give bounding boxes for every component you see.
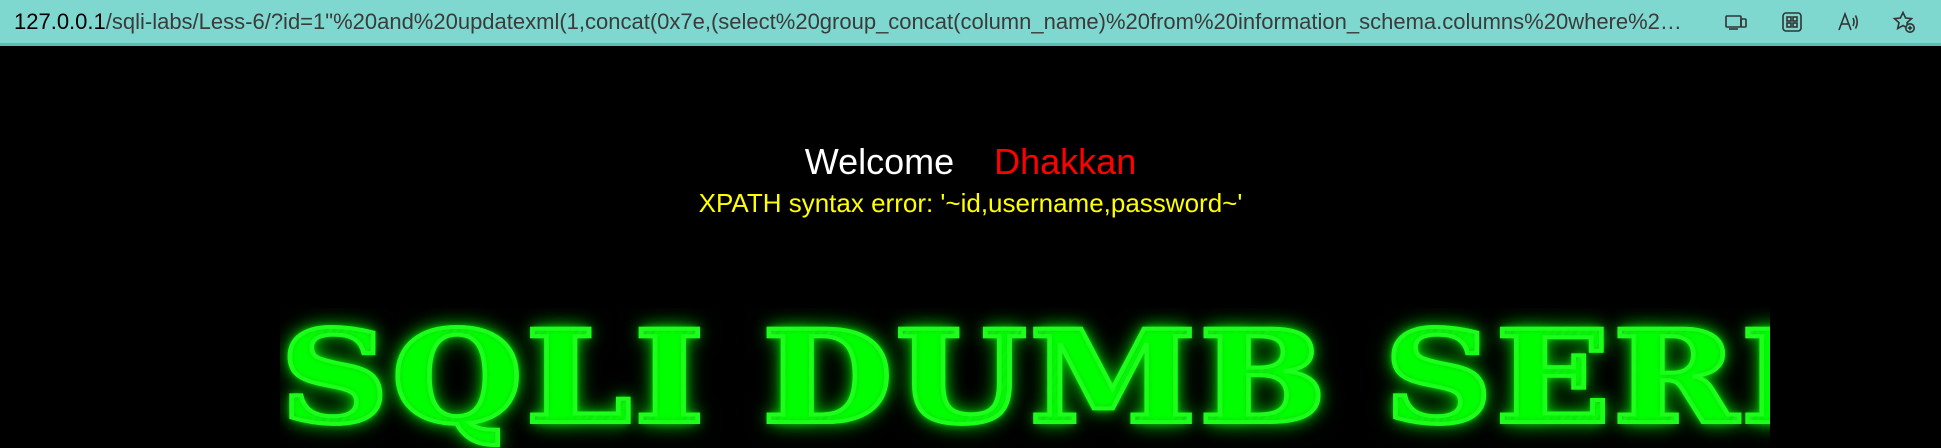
banner-title: SQLI DUMB SERIES-6 [280, 308, 1770, 448]
browser-toolbar: 127.0.0.1/sqli-labs/Less-6/?id=1"%20and%… [0, 0, 1941, 46]
toolbar-icons [1719, 0, 1921, 43]
error-message: XPATH syntax error: '~id,username,passwo… [698, 188, 1243, 218]
url-host: 127.0.0.1 [14, 9, 106, 34]
welcome-text: Welcome [804, 141, 955, 182]
page-content: Welcome Dhakkan XPATH syntax error: '~id,… [0, 46, 1941, 448]
user-name: Dhakkan [994, 141, 1137, 182]
welcome-line: Welcome Dhakkan [0, 142, 1941, 182]
url-path: /sqli-labs/Less-6/?id=1"%20and%20updatex… [105, 9, 1694, 34]
address-bar[interactable]: 127.0.0.1/sqli-labs/Less-6/?id=1"%20and%… [14, 0, 1694, 43]
device-icon[interactable] [1719, 5, 1753, 39]
read-aloud-icon[interactable] [1831, 5, 1865, 39]
series-banner: SQLI DUMB SERIES-6 [280, 308, 1770, 448]
apps-icon[interactable] [1775, 5, 1809, 39]
add-favorite-icon[interactable] [1887, 5, 1921, 39]
